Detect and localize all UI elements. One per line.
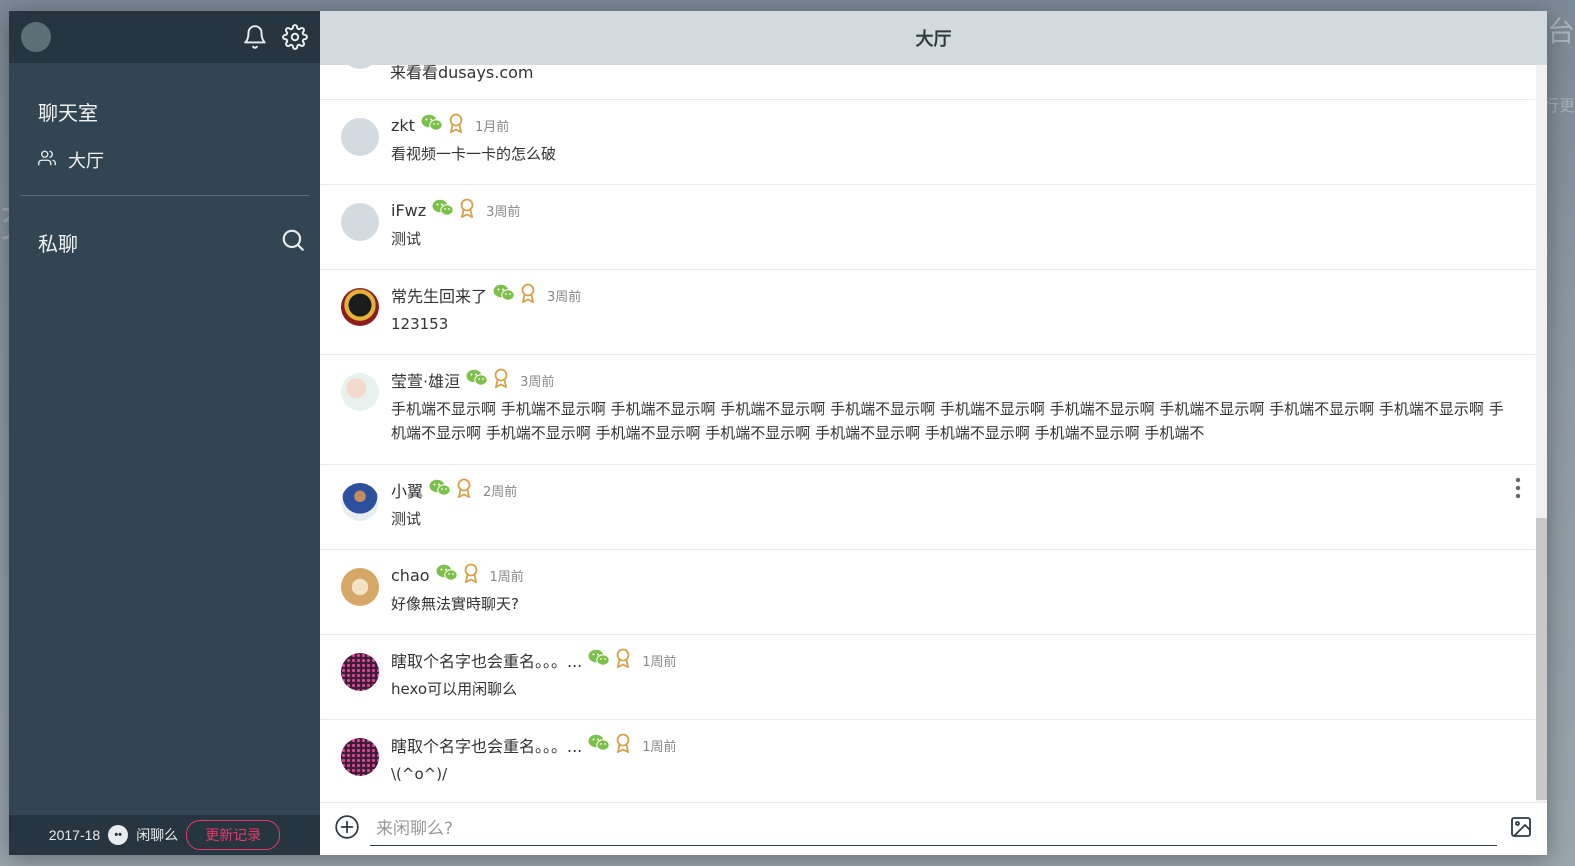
message-time: 1月前 <box>474 119 510 135</box>
message-text: 好像無法實時聊天? <box>391 595 519 613</box>
my-avatar[interactable] <box>21 22 51 52</box>
wechat-icon <box>493 284 515 307</box>
plus-circle-icon[interactable] <box>334 814 360 845</box>
username[interactable]: 莹萱·雄洹 <box>391 368 460 392</box>
list-item: 莹萱·雄洹 3周前 手机端不显示啊 手机端不显示啊 手机端不显示啊 手机端不显示… <box>320 355 1535 465</box>
wechat-icon <box>421 114 443 137</box>
message-text: 123153 <box>391 315 449 333</box>
list-item: iFwz 3周前 测试 <box>320 185 1535 270</box>
private-chat-section: 私聊 <box>9 196 320 288</box>
wechat-icon <box>432 199 454 222</box>
sidebar-topbar <box>9 11 320 63</box>
list-item: 小翼 2周前 测试 <box>320 465 1535 550</box>
avatar[interactable] <box>341 203 379 241</box>
message-text: 测试 <box>391 230 422 248</box>
backdrop-text: 台 <box>1546 15 1575 48</box>
medal-icon <box>447 113 465 138</box>
message-text: \(^o^)/ <box>391 765 448 783</box>
footer-year: 2017-18 <box>48 827 101 843</box>
image-icon[interactable] <box>1509 815 1533 844</box>
message-time: 3周前 <box>486 204 521 220</box>
message-list[interactable]: 来看看dusays.com zkt 1月前 看视频一卡一卡的怎么破 iFwz 3… <box>320 65 1547 802</box>
search-icon[interactable] <box>280 227 306 258</box>
wechat-icon <box>429 479 451 502</box>
list-item: 瞎取个名字也会重名。。。... 1周前 \(^o^)/ <box>320 720 1535 802</box>
chatroom-section-title: 聊天室 <box>38 100 98 125</box>
bell-icon[interactable] <box>242 24 268 50</box>
wechat-icon <box>466 369 488 392</box>
medal-icon <box>492 368 510 393</box>
message-time: 3周前 <box>520 374 555 390</box>
chat-main: 大厅 来看看dusays.com zkt 1月前 看视频一卡一卡的怎么破 iFw… <box>320 11 1547 855</box>
medal-icon <box>455 478 473 503</box>
private-section-title: 私聊 <box>38 231 78 256</box>
message-text: 测试 <box>391 510 422 528</box>
medal-icon <box>614 648 632 673</box>
message-text: 手机端不显示啊 手机端不显示啊 手机端不显示啊 手机端不显示啊 手机端不显示啊 … <box>391 400 1504 442</box>
message-input[interactable] <box>370 818 1497 839</box>
app-logo-icon: •• <box>108 825 129 845</box>
message-text: 看视频一卡一卡的怎么破 <box>391 145 557 163</box>
medal-icon <box>519 283 537 308</box>
username[interactable]: iFwz <box>391 201 426 220</box>
message-time: 1周前 <box>489 569 524 585</box>
message-time: 1周前 <box>642 654 677 670</box>
scrollbar-thumb[interactable] <box>1536 518 1547 800</box>
message-time: 2周前 <box>483 484 518 500</box>
username[interactable]: zkt <box>391 116 415 135</box>
list-item: zkt 1月前 看视频一卡一卡的怎么破 <box>320 100 1535 185</box>
changelog-button[interactable]: 更新记录 <box>186 820 281 850</box>
page-title: 大厅 <box>320 11 1547 65</box>
avatar <box>341 65 379 69</box>
avatar[interactable] <box>341 653 379 691</box>
wechat-icon <box>588 649 610 672</box>
users-icon <box>38 149 56 172</box>
sidebar: 聊天室 大厅 私聊 2017-18 •• 闲聊么 更新记录 <box>9 11 320 855</box>
username[interactable]: 瞎取个名字也会重名。。。... <box>391 648 582 672</box>
avatar[interactable] <box>341 483 379 521</box>
sidebar-item-label: 大厅 <box>68 151 104 172</box>
medal-icon <box>462 563 480 588</box>
avatar[interactable] <box>341 288 379 326</box>
wechat-icon <box>436 564 458 587</box>
avatar[interactable] <box>341 118 379 156</box>
medal-icon <box>614 733 632 758</box>
message-composer <box>320 802 1547 855</box>
username[interactable]: 瞎取个名字也会重名。。。... <box>391 733 582 757</box>
avatar[interactable] <box>341 373 379 411</box>
more-vertical-icon[interactable] <box>1515 477 1521 504</box>
gear-icon[interactable] <box>282 24 308 50</box>
sidebar-item-lobby[interactable]: 大厅 <box>9 137 320 183</box>
list-item: 来看看dusays.com <box>320 65 1535 100</box>
list-item: chao 1周前 好像無法實時聊天? <box>320 550 1535 635</box>
message-time: 3周前 <box>547 289 582 305</box>
username[interactable]: chao <box>391 566 430 585</box>
footer-app-name: 闲聊么 <box>136 827 179 843</box>
message-text: hexo可以用闲聊么 <box>391 680 518 698</box>
medal-icon <box>458 198 476 223</box>
avatar[interactable] <box>341 568 379 606</box>
message-time: 1周前 <box>642 739 677 755</box>
backdrop-text-2: 行更 <box>1542 96 1575 115</box>
message-text: 来看看dusays.com <box>390 65 534 82</box>
username[interactable]: 常先生回来了 <box>391 283 487 307</box>
chat-window: 聊天室 大厅 私聊 2017-18 •• 闲聊么 更新记录 大厅 来看看dusa… <box>9 11 1547 855</box>
avatar[interactable] <box>341 738 379 776</box>
sidebar-footer: 2017-18 •• 闲聊么 更新记录 <box>9 815 320 855</box>
list-item: 瞎取个名字也会重名。。。... 1周前 hexo可以用闲聊么 <box>320 635 1535 720</box>
wechat-icon <box>588 734 610 757</box>
username[interactable]: 小翼 <box>391 478 423 502</box>
list-item: 常先生回来了 3周前 123153 <box>320 270 1535 355</box>
message-input-wrapper <box>370 812 1497 846</box>
